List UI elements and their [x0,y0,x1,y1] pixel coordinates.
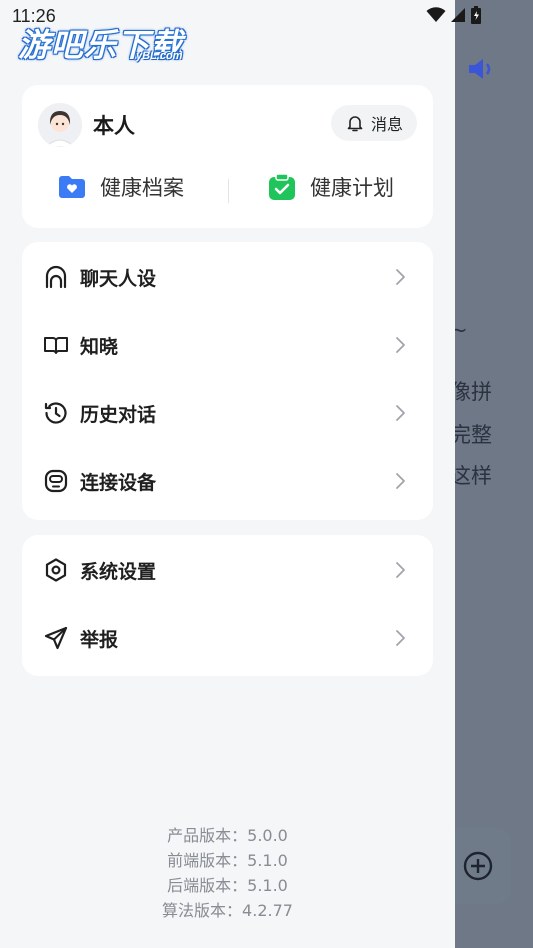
status-icons [426,6,482,24]
version-info: 产品版本：5.0.0 前端版本：5.1.0 后端版本：5.1.0 算法版本：4.… [0,823,455,923]
menu-item-history[interactable]: 历史对话 [22,379,433,447]
device-icon [44,469,68,493]
product-version: 产品版本：5.0.0 [167,826,288,845]
wifi-icon [426,7,446,22]
settings-icon [45,558,67,582]
menu-group-primary: 聊天人设 知晓 历史对话 连接设备 [22,242,433,520]
battery-icon [471,6,481,24]
menu-item-label: 聊天人设 [80,267,157,290]
avatar-image [38,103,82,147]
menu-group-secondary: 系统设置 举报 [22,535,433,676]
menu-item-connect-device[interactable]: 连接设备 [22,447,433,515]
menu-item-report[interactable]: 举报 [22,604,433,672]
watermark-subtext: yBL.com [136,50,183,62]
chevron-right-icon [396,630,405,646]
plus-circle-icon [463,851,493,881]
menu-item-system-settings[interactable]: 系统设置 [22,536,433,604]
history-clock-icon [44,402,67,424]
speaker-icon [469,59,491,79]
username: 本人 [93,114,135,138]
quick-link-label: 健康档案 [100,176,184,200]
menu-item-label: 连接设备 [80,471,157,494]
menu-item-label: 历史对话 [80,403,157,426]
folder-heart-icon [59,176,85,198]
side-drawer: 11:26 游吧乐下载 yBL.com 本人 消息 健康档案 健康计划 聊天人设… [0,0,455,948]
avatar[interactable] [38,103,82,147]
chevron-right-icon [396,405,405,421]
quick-link-health-plan[interactable]: 健康计划 [266,171,394,203]
algorithm-version: 算法版本：4.2.77 [162,901,293,920]
chevron-right-icon [396,562,405,578]
chevron-right-icon [396,337,405,353]
bell-icon [347,116,363,132]
background-text: 这样 [450,464,492,488]
divider [228,179,229,203]
chevron-right-icon [396,269,405,285]
menu-item-label: 举报 [80,628,119,651]
persona-icon [45,265,67,289]
menu-item-chat-persona[interactable]: 聊天人设 [22,243,433,311]
menu-item-label: 系统设置 [80,560,157,583]
background-text: 像拼 [450,380,492,404]
frontend-version: 前端版本：5.1.0 [167,851,288,870]
menu-item-label: 知晓 [80,335,119,358]
background-text: 完整 [450,423,492,447]
report-send-icon [44,626,68,650]
quick-link-label: 健康计划 [310,176,394,200]
checklist-icon [269,173,295,200]
messages-label: 消息 [370,115,403,134]
signal-icon [451,8,465,22]
book-icon [44,337,68,354]
menu-item-knowledge[interactable]: 知晓 [22,311,433,379]
backend-version: 后端版本：5.1.0 [167,876,288,895]
profile-card: 本人 消息 健康档案 健康计划 [22,85,433,228]
chevron-right-icon [396,473,405,489]
messages-button[interactable]: 消息 [331,105,417,141]
watermark-logo: 游吧乐下载 yBL.com [18,20,183,66]
quick-link-health-record[interactable]: 健康档案 [56,171,184,203]
